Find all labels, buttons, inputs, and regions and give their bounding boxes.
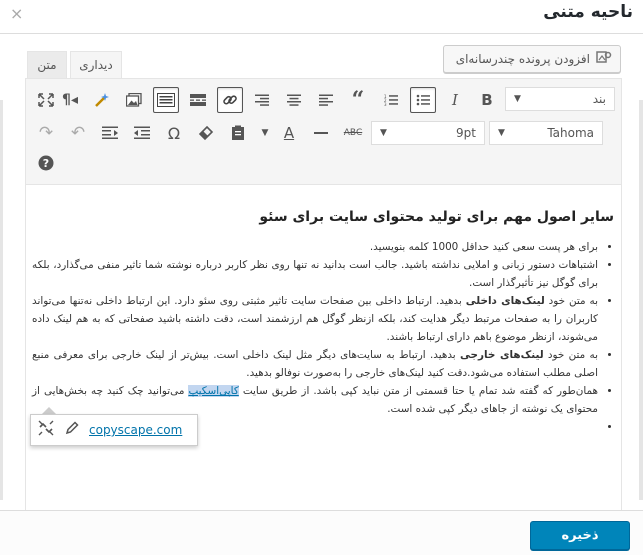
toolbar-toggle-icon[interactable] bbox=[153, 87, 179, 113]
clear-formatting-icon[interactable] bbox=[193, 120, 219, 146]
edit-pencil-icon[interactable] bbox=[63, 421, 81, 439]
font-size-select[interactable]: ▼ 9pt bbox=[371, 121, 485, 145]
redo-icon[interactable]: ↷ bbox=[33, 120, 59, 146]
font-family-value: Tahoma bbox=[547, 126, 594, 140]
font-family-select[interactable]: ▼ Tahoma bbox=[489, 121, 603, 145]
fullscreen-icon[interactable] bbox=[33, 87, 59, 113]
tab-text[interactable]: متن bbox=[27, 51, 67, 78]
link-url[interactable]: copyscape.com bbox=[89, 423, 182, 437]
svg-text:?: ? bbox=[43, 157, 49, 170]
media-icon bbox=[596, 50, 612, 68]
link-popup: copyscape.com bbox=[30, 414, 198, 446]
list-item: همان‌طور که گفته شد تمام یا حتا قسمتی از… bbox=[32, 382, 598, 418]
undo-icon[interactable]: ↶ bbox=[65, 120, 91, 146]
chevron-down-icon: ▼ bbox=[498, 128, 505, 138]
align-right-icon[interactable] bbox=[249, 87, 275, 113]
list-item: برای هر پست سعی کنید حداقل 1000 کلمه بنو… bbox=[32, 238, 598, 256]
list-item-text: به متن خود bbox=[544, 295, 598, 307]
unlink-icon[interactable] bbox=[37, 420, 55, 440]
chevron-down-icon: ▼ bbox=[380, 128, 387, 138]
blockquote-icon[interactable]: “ bbox=[345, 87, 371, 113]
title-divider bbox=[0, 33, 643, 34]
list-item: اشتباهات دستور زبانی و املایی نداشته باش… bbox=[32, 256, 598, 292]
format-select[interactable]: ▼ بند bbox=[505, 87, 615, 111]
horizontal-line-icon[interactable] bbox=[308, 120, 334, 146]
chevron-down-icon: ▼ bbox=[514, 94, 521, 104]
list-item-text: همان‌طور که گفته شد تمام یا حتا قسمتی از… bbox=[238, 385, 598, 397]
italic-icon[interactable]: I bbox=[442, 87, 468, 113]
close-icon[interactable]: × bbox=[10, 4, 23, 23]
chevron-down-icon[interactable]: ▼ bbox=[255, 120, 275, 146]
editor-content[interactable]: سایر اصول مهم برای تولید محتوای سایت برا… bbox=[32, 200, 614, 436]
add-media-button[interactable]: افزودن پرونده چندرسانه‌ای bbox=[443, 45, 621, 73]
strikethrough-icon[interactable]: ABC bbox=[340, 120, 366, 146]
help-icon[interactable]: ? bbox=[33, 150, 59, 176]
svg-text:3: 3 bbox=[384, 102, 387, 106]
scrollbar[interactable] bbox=[639, 100, 643, 500]
save-button[interactable]: ذخیره bbox=[530, 521, 630, 550]
format-select-value: بند bbox=[592, 92, 606, 106]
align-center-icon[interactable] bbox=[281, 87, 307, 113]
dialog-title: ناحیه متنی bbox=[543, 2, 633, 22]
list-item: به متن خود لینک‌های داخلی بدهید. ارتباط … bbox=[32, 292, 598, 346]
magic-wand-icon[interactable] bbox=[89, 87, 115, 113]
link-icon[interactable] bbox=[217, 87, 243, 113]
align-left-icon[interactable] bbox=[313, 87, 339, 113]
indent-icon[interactable] bbox=[97, 120, 123, 146]
bold-text: لینک‌های خارجی bbox=[459, 349, 544, 361]
content-link[interactable]: کاپی‌اسکیپ bbox=[188, 385, 239, 397]
bold-icon[interactable]: B bbox=[474, 87, 500, 113]
special-character-icon[interactable]: Ω bbox=[161, 120, 187, 146]
bullet-list-icon[interactable] bbox=[410, 87, 436, 113]
paste-text-icon[interactable] bbox=[225, 120, 251, 146]
bold-text: لینک‌های داخلی bbox=[465, 295, 545, 307]
numbered-list-icon[interactable]: 123 bbox=[378, 87, 404, 113]
font-size-value: 9pt bbox=[456, 126, 476, 140]
popup-arrow bbox=[42, 407, 56, 414]
read-more-icon[interactable] bbox=[185, 87, 211, 113]
content-list: برای هر پست سعی کنید حداقل 1000 کلمه بنو… bbox=[32, 238, 614, 436]
list-item: به متن خود لینک‌های خارجی بدهید. ارتباط … bbox=[32, 346, 598, 382]
list-item-text: به متن خود bbox=[543, 349, 598, 361]
content-heading: سایر اصول مهم برای تولید محتوای سایت برا… bbox=[259, 209, 614, 225]
outdent-icon[interactable] bbox=[129, 120, 155, 146]
scroll-track-left bbox=[0, 100, 3, 500]
tab-visual[interactable]: دیداری bbox=[70, 51, 122, 78]
text-direction-icon[interactable]: ¶◂ bbox=[57, 87, 83, 113]
text-color-icon[interactable]: A bbox=[276, 120, 302, 146]
image-icon[interactable] bbox=[121, 87, 147, 113]
add-media-label: افزودن پرونده چندرسانه‌ای bbox=[455, 52, 590, 66]
